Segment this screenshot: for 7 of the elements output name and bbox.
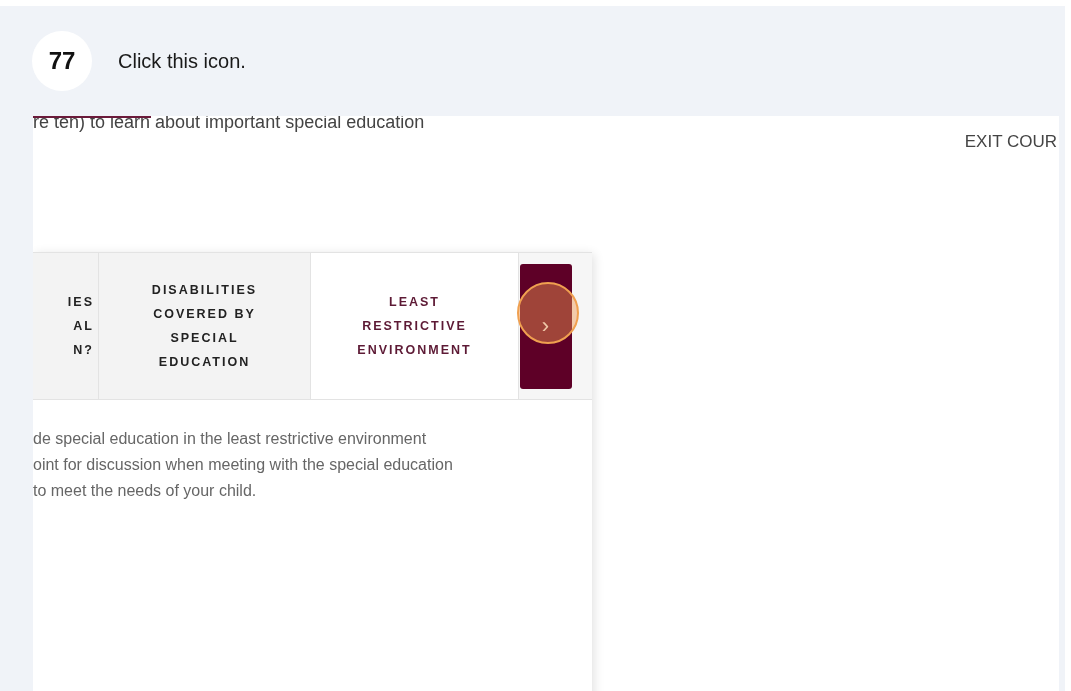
step-instruction: Click this icon.: [118, 49, 246, 73]
body-paragraph: de special education in the least restrictive environment oint for discussion when meeting with the special education to meet the needs of your child.: [33, 429, 453, 501]
next-button[interactable]: ›: [519, 263, 572, 389]
step-number-badge: 77: [32, 31, 92, 91]
tab[interactable]: IES AL N?: [33, 253, 99, 399]
exit-course-link[interactable]: EXIT COUR: [964, 132, 1057, 152]
tab[interactable]: DISABILITIES COVERED BY SPECIAL EDUCATION: [99, 253, 311, 399]
